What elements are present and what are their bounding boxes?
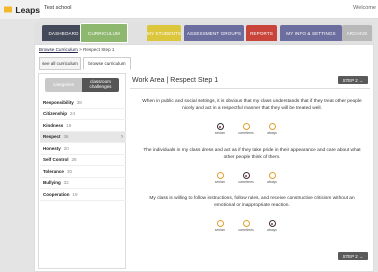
school-name: Test school [44,5,72,11]
category-item-responsibility[interactable]: Responsibility 38 [40,97,126,109]
option-label: seldom [214,180,226,184]
option-label: always [267,180,277,184]
category-item-bullying[interactable]: Bullying 32 [40,178,126,189]
rating-sometimes[interactable]: sometimes [234,123,258,135]
rating-options: seldom sometimes always [208,172,288,188]
tab-dashboard[interactable]: DASHBOARD [42,25,85,41]
category-count: 38 [76,99,82,105]
rating-seldom[interactable]: seldom [208,220,232,232]
category-name: Self Control [43,157,69,163]
category-item-honesty[interactable]: Honesty 20 [40,143,126,155]
toggle-classroom-challenges[interactable]: classroom challenges [82,78,119,92]
category-name: Bullying [43,180,61,186]
category-name: Citizenship [43,111,68,117]
radio-button[interactable] [268,220,276,227]
category-toggle: categories classroom challenges [45,78,119,92]
category-item-cooperation[interactable]: Cooperation 19 [40,189,126,201]
category-count: 32 [63,180,69,186]
option-label: always [267,131,277,135]
radio-button[interactable] [242,123,250,130]
category-name: Responsibility [43,99,74,105]
question-text: The individuals in my class dress and ac… [143,148,361,160]
rating-seldom[interactable]: seldom [208,123,232,135]
option-label: sometimes [238,180,254,184]
category-name: Kindness [43,122,64,128]
category-item-tolerance[interactable]: Tolerance 30 [40,166,126,178]
rating-sometimes[interactable]: sometimes [234,220,258,232]
tab-see-all-curriculum[interactable]: see all curriculum [39,57,81,70]
radio-button[interactable] [242,220,250,227]
category-item-self-control[interactable]: Self Control 28 [40,155,126,166]
category-count: 16 [66,122,72,128]
option-label: sometimes [238,131,254,135]
rating-seldom[interactable]: seldom [208,172,232,184]
tab-my-students[interactable]: MY STUDENTS [147,25,181,41]
next-step-button-bottom[interactable]: STEP 2 → [338,252,368,260]
radio-button[interactable] [268,123,276,130]
radio-button[interactable] [242,172,250,179]
breadcrumb-current: Respect Step 1 [83,47,115,52]
question-text: When in public and social settings, it i… [142,99,362,111]
category-count: 19 [72,191,78,197]
rating-always[interactable]: always [260,123,284,135]
leaps-logo-icon [4,6,13,13]
tab-assessment-groups[interactable]: ASSESSMENT GROUPS [184,25,244,41]
welcome-text: Welcome [353,5,376,11]
option-label: always [267,228,277,232]
tab-curriculum[interactable]: CURRICULUM [80,23,128,43]
category-count: 24 [70,111,76,117]
radio-button[interactable] [216,220,224,227]
tab-my-info-settings[interactable]: MY INFO & SETTINGS [280,25,342,41]
rating-always[interactable]: always [260,172,284,184]
breadcrumb: Browse Curriculum > Respect Step 1 [39,47,114,52]
radio-button[interactable] [216,123,224,130]
category-name: Cooperation [43,191,70,197]
category-count: 28 [71,157,77,163]
category-name: Respect [43,134,61,140]
radio-button[interactable] [268,172,276,179]
rating-options: seldom sometimes always [208,123,288,139]
tab-reports[interactable]: REPORTS [246,25,277,41]
logo[interactable]: Leaps [0,0,40,19]
category-count: 30 [66,168,72,174]
category-name: Honesty [43,145,61,151]
breadcrumb-link-browse[interactable]: Browse Curriculum [39,47,78,52]
option-label: sometimes [238,228,254,232]
rating-options: seldom sometimes always [208,220,288,236]
main-nav: DASHBOARD MY STUDENTS ASSESSMENT GROUPS … [34,22,374,44]
category-count: 36 [63,134,69,140]
radio-button[interactable] [216,172,224,179]
chevron-right-icon: › [121,133,123,140]
option-label: seldom [214,228,226,232]
category-name: Tolerance [43,168,64,174]
category-panel: categories classroom challenges Responsi… [38,73,126,269]
category-item-respect[interactable]: Respect 36 › [40,131,126,143]
category-item-kindness[interactable]: Kindness 16 [40,120,126,132]
category-item-citizenship[interactable]: Citizenship 24 [40,109,126,120]
tab-browse-curriculum[interactable]: browse curriculum [83,57,131,70]
rating-always[interactable]: always [260,220,284,232]
toggle-categories[interactable]: categories [45,78,82,92]
tab-archive[interactable]: ARCHIVE [342,25,372,41]
next-step-button-top[interactable]: STEP 2 → [338,76,368,84]
category-list: Responsibility 38 Citizenship 24 Kindness 1… [40,97,126,201]
question-text: My class is willing to follow instructio… [149,196,355,208]
category-count: 20 [63,145,69,151]
work-area-header: Work Area | Respect Step 1 [130,73,370,89]
rating-sometimes[interactable]: sometimes [234,172,258,184]
option-label: seldom [214,131,226,135]
brand-name: Leaps [15,4,40,15]
work-area-title: Work Area | Respect Step 1 [132,77,219,84]
top-bar: Leaps Test school Welcome [0,0,378,19]
